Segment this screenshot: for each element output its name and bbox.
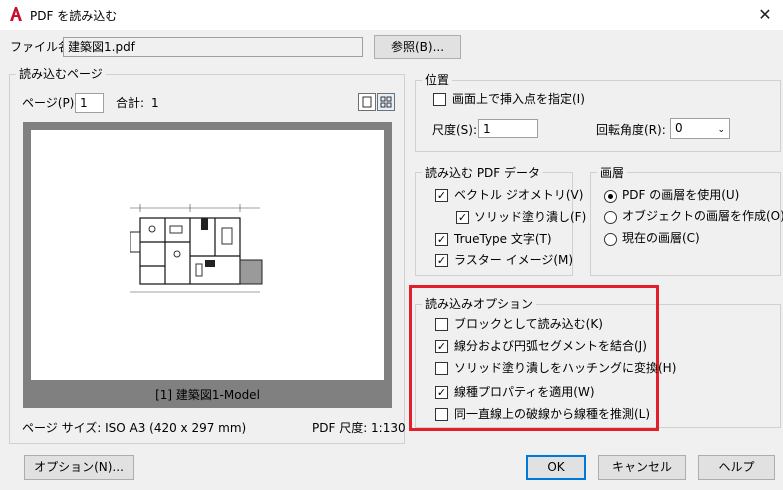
pages-group-title: 読み込むページ <box>16 67 106 81</box>
apply-lineweight-label: 線種プロパティを適用(W) <box>454 385 595 399</box>
file-name-field[interactable]: 建築図1.pdf <box>63 37 363 57</box>
page-number-input[interactable]: 1 <box>75 93 104 113</box>
window-title: PDF を読み込む <box>30 9 118 23</box>
raster-images-label: ラスター イメージ(M) <box>454 253 574 267</box>
import-as-block-checkbox[interactable] <box>435 318 448 331</box>
position-group-title: 位置 <box>422 73 453 87</box>
vector-geometry-label: ベクトル ジオメトリ(V) <box>454 188 584 202</box>
solid-fills-label: ソリッド塗り潰し(F) <box>474 210 587 224</box>
solid-fills-checkbox[interactable]: ✓ <box>456 211 469 224</box>
cancel-button[interactable]: キャンセル <box>598 455 686 480</box>
rotation-dropdown[interactable]: 0 ⌄ <box>670 118 730 139</box>
current-layer-radio[interactable] <box>604 233 617 246</box>
close-icon[interactable]: ✕ <box>752 3 778 27</box>
scale-input[interactable]: 1 <box>478 119 538 138</box>
specify-on-screen-label: 画面上で挿入点を指定(I) <box>452 92 585 106</box>
rotation-label: 回転角度(R): <box>596 123 666 137</box>
truetype-text-checkbox[interactable]: ✓ <box>435 233 448 246</box>
autocad-a-icon <box>10 7 22 21</box>
options-button[interactable]: オプション(N)... <box>24 455 134 480</box>
apply-lineweight-checkbox[interactable]: ✓ <box>435 386 448 399</box>
scale-label: 尺度(S): <box>432 123 478 137</box>
floor-plan-thumbnail <box>130 204 263 293</box>
total-value: 1 <box>151 96 159 110</box>
page-size-label: ページ サイズ: ISO A3 (420 x 297 mm) <box>22 421 247 435</box>
create-object-layers-radio[interactable] <box>604 211 617 224</box>
specify-on-screen-checkbox[interactable] <box>433 93 446 106</box>
truetype-text-label: TrueType 文字(T) <box>454 232 552 246</box>
thumbnail-grid-view-icon[interactable] <box>377 93 395 111</box>
infer-linetypes-checkbox[interactable] <box>435 408 448 421</box>
create-object-layers-label: オブジェクトの画層を作成(O) <box>622 209 783 223</box>
browse-button[interactable]: 参照(B)... <box>374 35 461 59</box>
rotation-value: 0 <box>675 121 683 135</box>
infer-linetypes-label: 同一直線上の破線から線種を推測(L) <box>454 407 651 421</box>
raster-images-checkbox[interactable]: ✓ <box>435 254 448 267</box>
current-layer-label: 現在の画層(C) <box>622 231 700 245</box>
use-pdf-layers-label: PDF の画層を使用(U) <box>622 188 740 202</box>
join-segments-checkbox[interactable]: ✓ <box>435 340 448 353</box>
help-button[interactable]: ヘルプ <box>698 455 775 480</box>
layers-group-title: 画層 <box>597 166 628 180</box>
chevron-down-icon: ⌄ <box>717 125 725 135</box>
single-page-view-icon[interactable] <box>358 93 376 111</box>
total-label: 合計: <box>116 96 145 110</box>
join-segments-label: 線分および円弧セグメントを結合(J) <box>454 339 647 353</box>
pdf-data-group-title: 読み込む PDF データ <box>422 166 544 180</box>
preview-caption: [1] 建築図1-Model <box>155 388 260 402</box>
convert-fills-to-hatch-checkbox[interactable] <box>435 362 448 375</box>
convert-fills-to-hatch-label: ソリッド塗り潰しをハッチングに変換(H) <box>454 361 677 375</box>
title-bar <box>0 0 783 30</box>
pdf-scale-label: PDF 尺度: 1:130 <box>312 421 406 435</box>
import-options-group-title: 読み込みオプション <box>422 297 537 311</box>
vector-geometry-checkbox[interactable]: ✓ <box>435 189 448 202</box>
import-as-block-label: ブロックとして読み込む(K) <box>454 317 603 331</box>
ok-button[interactable]: OK <box>526 455 586 480</box>
page-number-label: ページ(P): <box>22 96 79 110</box>
use-pdf-layers-radio[interactable] <box>604 190 617 203</box>
